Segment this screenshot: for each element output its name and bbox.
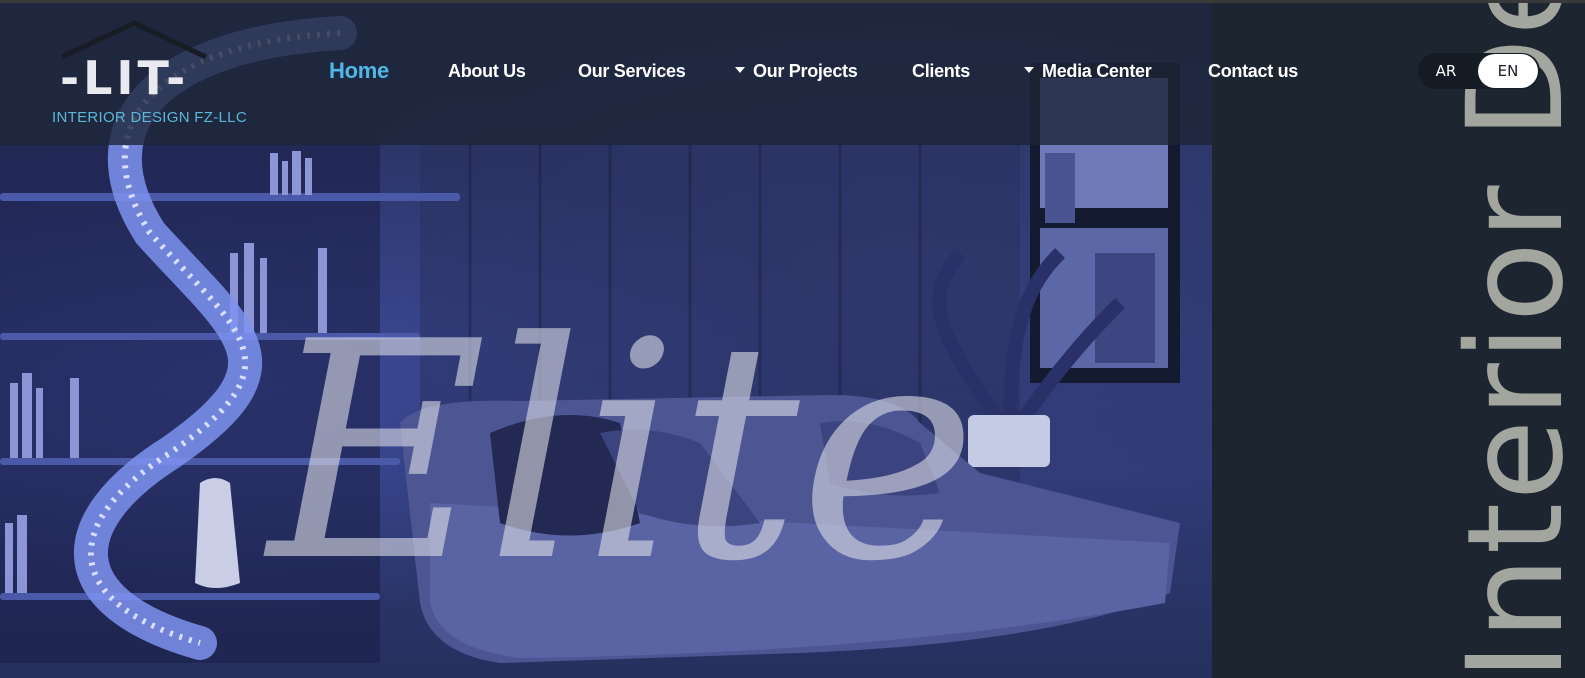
nav-media-center[interactable]: Media Center bbox=[1024, 61, 1152, 82]
plant-pot bbox=[968, 415, 1050, 467]
nav-clients[interactable]: Clients bbox=[912, 61, 970, 82]
language-switcher: AR EN bbox=[1418, 53, 1540, 89]
page-frame: Elite Interior Design -LIT- INTERIOR DES… bbox=[0, 0, 1585, 678]
nav-our-projects-label: Our Projects bbox=[753, 61, 858, 81]
language-en-button[interactable]: EN bbox=[1478, 54, 1538, 88]
nav-media-center-label: Media Center bbox=[1042, 61, 1152, 81]
logo[interactable]: -LIT- INTERIOR DESIGN FZ-LLC bbox=[52, 19, 247, 129]
vertical-title: Interior Design bbox=[1439, 0, 1585, 678]
nav-our-projects[interactable]: Our Projects bbox=[735, 61, 858, 82]
nav-our-services[interactable]: Our Services bbox=[578, 61, 686, 82]
nav-home[interactable]: Home bbox=[329, 58, 389, 84]
chevron-down-icon bbox=[1024, 67, 1034, 74]
logo-subtitle: INTERIOR DESIGN FZ-LLC bbox=[52, 109, 247, 126]
nav-about-us[interactable]: About Us bbox=[448, 61, 526, 82]
logo-mark: -LIT- bbox=[60, 51, 190, 105]
nav-contact-us[interactable]: Contact us bbox=[1208, 61, 1298, 82]
language-ar-button[interactable]: AR bbox=[1418, 53, 1474, 89]
hero-script-text: Elite bbox=[268, 278, 977, 627]
chevron-down-icon bbox=[735, 67, 745, 74]
